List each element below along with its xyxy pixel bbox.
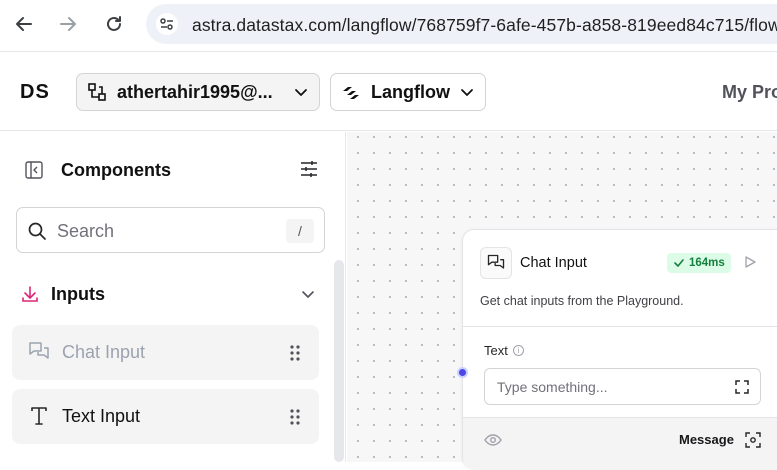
chat-input-node[interactable]: Chat Input 164ms Get chat inputs from th… — [462, 229, 777, 470]
product-label: Langflow — [371, 81, 450, 102]
datastax-logo[interactable]: DS — [20, 81, 50, 104]
download-icon — [22, 286, 38, 302]
my-projects-link[interactable]: My Pro — [722, 82, 777, 103]
panel-left-icon[interactable] — [24, 160, 44, 180]
sliders-icon[interactable] — [298, 158, 320, 180]
browser-toolbar: astra.datastax.com/langflow/768759f7-6af… — [0, 0, 777, 52]
organization-icon — [88, 83, 106, 101]
chevron-down-icon — [461, 89, 473, 96]
expand-icon[interactable] — [734, 379, 750, 395]
sidebar-scrollbar[interactable] — [334, 260, 344, 462]
text-field-label: Text i — [484, 343, 524, 358]
sidebar-header: Components — [24, 158, 320, 182]
grip-vertical-icon[interactable] — [289, 408, 301, 426]
messages-square-icon — [487, 254, 505, 269]
back-button[interactable] — [10, 10, 38, 38]
component-search[interactable]: Search / — [16, 207, 325, 253]
build-time: 164ms — [689, 257, 725, 269]
reload-button[interactable] — [100, 10, 128, 38]
node-description: Get chat inputs from the Playground. — [480, 294, 684, 308]
reload-icon — [107, 16, 121, 31]
component-chat-input[interactable]: Chat Input — [12, 325, 319, 380]
grip-vertical-icon[interactable] — [289, 344, 301, 362]
forward-button[interactable] — [54, 10, 82, 38]
chevron-down-icon — [295, 89, 307, 96]
messages-square-icon — [29, 342, 49, 359]
sidebar-title: Components — [61, 160, 171, 180]
app-header: DS athertahir1995@... Langflow My Pro — [0, 53, 777, 131]
build-time-badge: 164ms — [667, 253, 731, 273]
text-placeholder: Type something... — [497, 379, 608, 395]
search-placeholder: Search — [57, 221, 115, 241]
org-selector[interactable]: athertahir1995@... — [76, 73, 320, 111]
product-selector[interactable]: Langflow — [330, 73, 486, 111]
component-label: Text Input — [62, 406, 141, 426]
search-icon — [28, 222, 46, 240]
chevron-down-icon — [302, 291, 314, 298]
search-shortcut-key: / — [286, 219, 314, 243]
node-icon — [480, 247, 512, 279]
component-label: Chat Input — [62, 342, 146, 362]
category-label: Inputs — [51, 284, 105, 304]
arrow-right-icon — [60, 17, 76, 31]
component-text-input[interactable]: Text Input — [12, 389, 319, 444]
category-inputs[interactable]: Inputs — [20, 282, 316, 308]
type-icon — [31, 407, 47, 425]
play-icon[interactable] — [743, 255, 757, 269]
output-label: Message — [679, 432, 734, 447]
eye-icon[interactable] — [484, 431, 502, 449]
address-bar[interactable]: astra.datastax.com/langflow/768759f7-6af… — [146, 4, 777, 44]
info-icon[interactable]: i — [512, 345, 524, 356]
node-title: Chat Input — [520, 255, 587, 271]
field-label-text: Text — [484, 343, 508, 358]
input-handle[interactable] — [457, 367, 468, 378]
url-text: astra.datastax.com/langflow/768759f7-6af… — [192, 15, 777, 35]
arrow-left-icon — [16, 17, 32, 31]
site-settings-icon[interactable] — [156, 13, 178, 35]
components-sidebar: Components Search / Inputs Chat Input Te… — [0, 132, 346, 462]
node-output-row: Message — [463, 417, 777, 470]
text-input-field[interactable]: Type something... — [484, 368, 761, 405]
check-icon — [674, 259, 684, 267]
org-label: athertahir1995@... — [117, 81, 273, 102]
langflow-icon — [343, 87, 359, 99]
divider — [463, 326, 777, 327]
scan-eye-icon[interactable] — [744, 431, 762, 449]
